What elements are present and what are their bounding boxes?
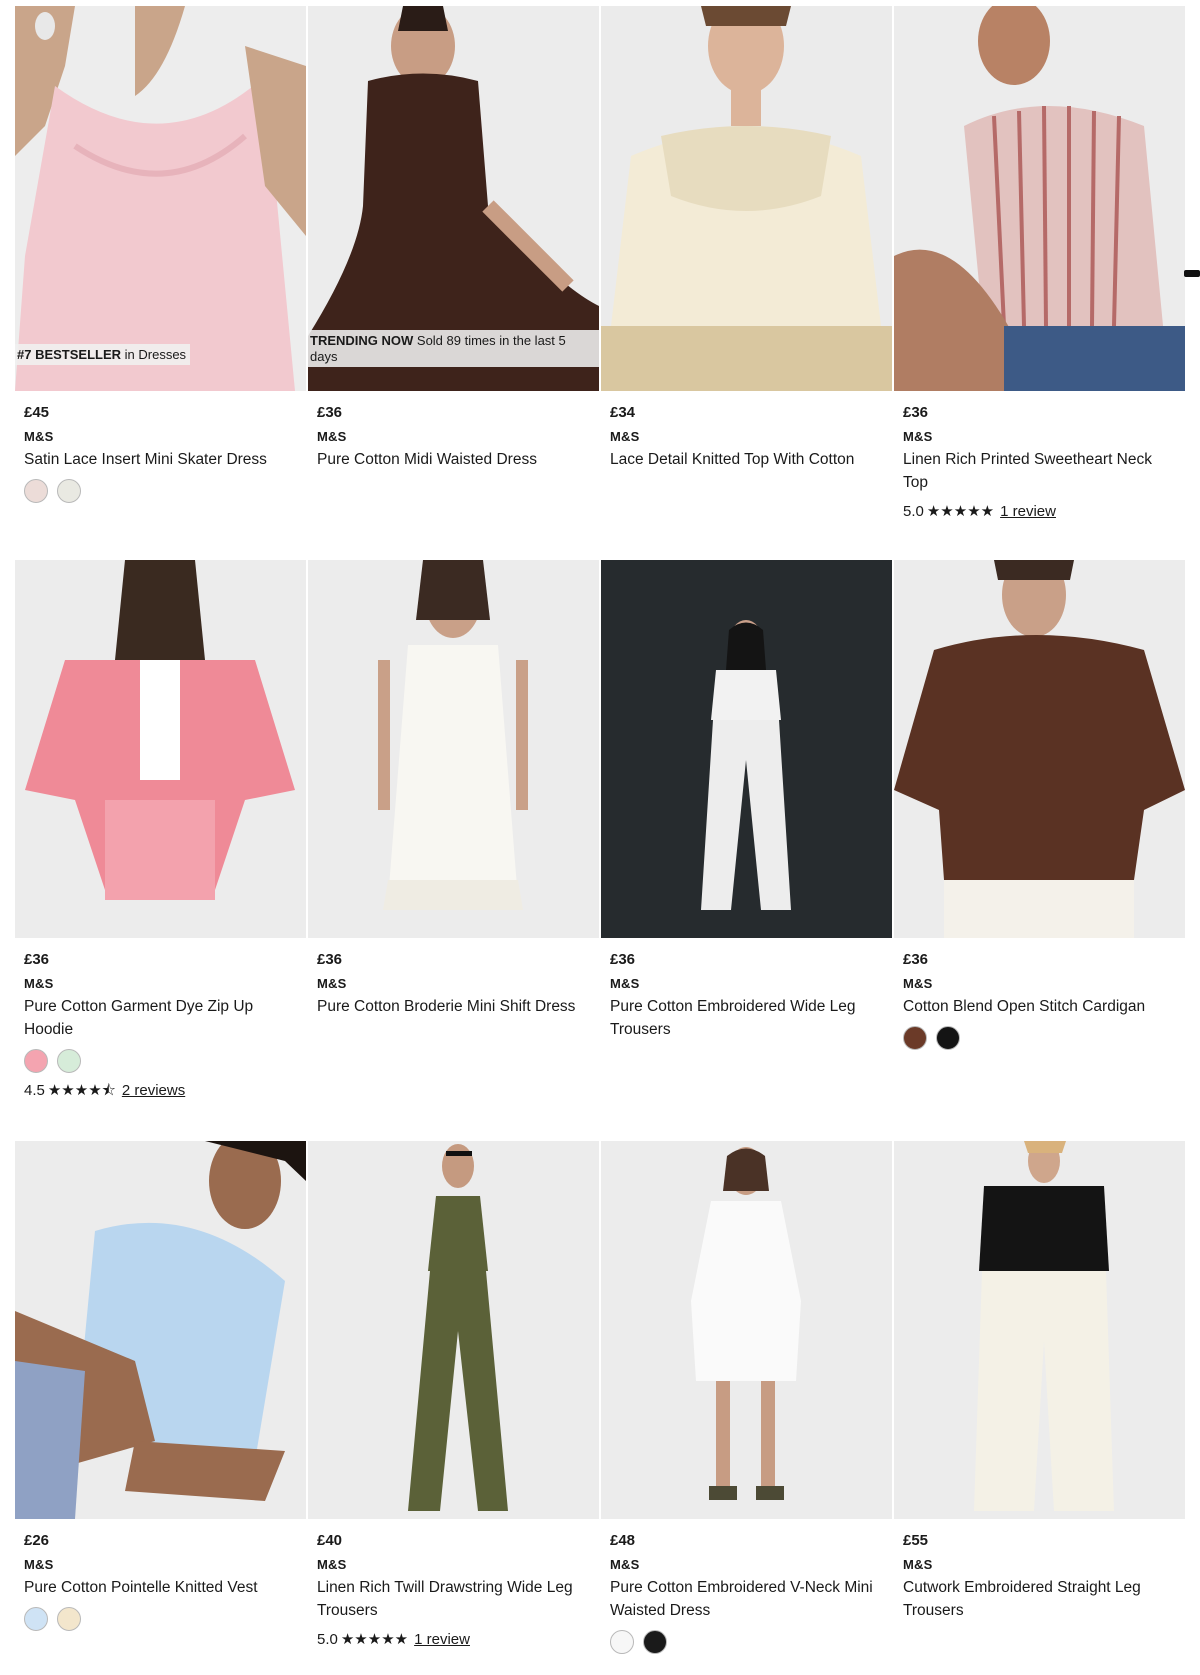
rating-value: 5.0: [903, 503, 924, 520]
colour-swatch[interactable]: [57, 479, 81, 503]
product-brand: M&S: [317, 976, 347, 991]
product-card[interactable]: TRENDING NOW Sold 89 times in the last 5…: [308, 6, 599, 471]
product-image[interactable]: [601, 560, 892, 938]
product-brand: M&S: [317, 429, 347, 444]
product-brand: M&S: [903, 1557, 933, 1572]
product-price: £34: [610, 404, 636, 421]
reviews-link[interactable]: 2 reviews: [122, 1081, 185, 1101]
product-card[interactable]: £36 M&S Pure Cotton Broderie Mini Shift …: [308, 560, 599, 1018]
product-name[interactable]: Cotton Blend Open Stitch Cardigan: [903, 995, 1176, 1018]
product-brand: M&S: [24, 1557, 54, 1572]
carousel-next-tab[interactable]: [1184, 270, 1200, 277]
product-card[interactable]: £40 M&S Linen Rich Twill Drawstring Wide…: [308, 1141, 599, 1650]
colour-swatch[interactable]: [24, 1049, 48, 1073]
colour-swatches: [903, 1026, 1176, 1052]
product-brand: M&S: [610, 1557, 640, 1572]
product-price: £36: [317, 951, 343, 968]
product-image[interactable]: [15, 1141, 306, 1519]
product-brand: M&S: [24, 976, 54, 991]
colour-swatch[interactable]: [24, 1607, 48, 1631]
product-name[interactable]: Pure Cotton Broderie Mini Shift Dress: [317, 995, 590, 1018]
colour-swatches: [24, 1049, 297, 1075]
product-name[interactable]: Lace Detail Knitted Top With Cotton: [610, 448, 883, 471]
colour-swatch[interactable]: [57, 1049, 81, 1073]
product-image[interactable]: TRENDING NOW Sold 89 times in the last 5…: [308, 6, 599, 391]
product-image[interactable]: [894, 6, 1185, 391]
product-name[interactable]: Pure Cotton Pointelle Knitted Vest: [24, 1576, 297, 1599]
product-image[interactable]: [308, 1141, 599, 1519]
product-name[interactable]: Pure Cotton Embroidered V-Neck Mini Wais…: [610, 1576, 883, 1622]
product-card[interactable]: £36 M&S Pure Cotton Garment Dye Zip Up H…: [15, 560, 306, 1101]
star-rating-icon: ★★★★★: [340, 1631, 409, 1648]
product-price: £48: [610, 1532, 636, 1549]
product-card[interactable]: £36 M&S Cotton Blend Open Stitch Cardiga…: [894, 560, 1185, 1052]
star-rating-icon: ★★★★⯪: [47, 1082, 116, 1099]
reviews-link[interactable]: 1 review: [1000, 502, 1056, 522]
product-price: £36: [317, 404, 343, 421]
colour-swatches: [24, 479, 297, 505]
product-card[interactable]: £48 M&S Pure Cotton Embroidered V-Neck M…: [601, 1141, 892, 1656]
star-rating-icon: ★★★★★: [926, 503, 995, 520]
colour-swatch[interactable]: [57, 1607, 81, 1631]
product-image[interactable]: [308, 560, 599, 938]
product-price: £36: [903, 951, 929, 968]
rating-value: 4.5: [24, 1082, 45, 1099]
product-card[interactable]: £36 M&S Linen Rich Printed Sweetheart Ne…: [894, 6, 1185, 522]
colour-swatch[interactable]: [610, 1630, 634, 1654]
product-price: £26: [24, 1532, 50, 1549]
product-card[interactable]: £34 M&S Lace Detail Knitted Top With Cot…: [601, 6, 892, 471]
product-card[interactable]: £36 M&S Pure Cotton Embroidered Wide Leg…: [601, 560, 892, 1041]
product-brand: M&S: [903, 429, 933, 444]
product-brand: M&S: [24, 429, 54, 444]
product-name[interactable]: Pure Cotton Midi Waisted Dress: [317, 448, 590, 471]
colour-swatches: [610, 1630, 883, 1656]
product-image[interactable]: [601, 6, 892, 391]
product-rating: 5.0 ★★★★★ 1 review: [903, 502, 1176, 522]
product-image[interactable]: [15, 560, 306, 938]
reviews-link[interactable]: 1 review: [414, 1630, 470, 1650]
product-brand: M&S: [317, 1557, 347, 1572]
trending-badge: TRENDING NOW Sold 89 times in the last 5…: [308, 330, 599, 367]
product-price: £36: [24, 951, 50, 968]
product-image[interactable]: [894, 1141, 1185, 1519]
product-brand: M&S: [903, 976, 933, 991]
product-name[interactable]: Cutwork Embroidered Straight Leg Trouser…: [903, 1576, 1176, 1622]
product-card[interactable]: £55 M&S Cutwork Embroidered Straight Leg…: [894, 1141, 1185, 1622]
product-image[interactable]: [894, 560, 1185, 938]
product-name[interactable]: Linen Rich Twill Drawstring Wide Leg Tro…: [317, 1576, 590, 1622]
product-brand: M&S: [610, 976, 640, 991]
product-image[interactable]: #7 BESTSELLER in Dresses: [15, 6, 306, 391]
product-name[interactable]: Pure Cotton Garment Dye Zip Up Hoodie: [24, 995, 297, 1041]
product-name[interactable]: Pure Cotton Embroidered Wide Leg Trouser…: [610, 995, 883, 1041]
product-brand: M&S: [610, 429, 640, 444]
product-price: £55: [903, 1532, 929, 1549]
colour-swatch[interactable]: [936, 1026, 960, 1050]
product-image[interactable]: [601, 1141, 892, 1519]
product-price: £45: [24, 404, 50, 421]
product-name[interactable]: Linen Rich Printed Sweetheart Neck Top: [903, 448, 1176, 494]
product-card[interactable]: £26 M&S Pure Cotton Pointelle Knitted Ve…: [15, 1141, 306, 1633]
bestseller-badge: #7 BESTSELLER in Dresses: [15, 344, 191, 365]
colour-swatch[interactable]: [903, 1026, 927, 1050]
colour-swatch[interactable]: [643, 1630, 667, 1654]
product-rating: 5.0 ★★★★★ 1 review: [317, 1630, 590, 1650]
colour-swatch[interactable]: [24, 479, 48, 503]
product-name[interactable]: Satin Lace Insert Mini Skater Dress: [24, 448, 297, 471]
product-price: £40: [317, 1532, 343, 1549]
colour-swatches: [24, 1607, 297, 1633]
rating-value: 5.0: [317, 1631, 338, 1648]
product-rating: 4.5 ★★★★⯪ 2 reviews: [24, 1081, 297, 1101]
product-card[interactable]: #7 BESTSELLER in Dresses £45 M&S Satin L…: [15, 6, 306, 505]
product-price: £36: [903, 404, 929, 421]
product-price: £36: [610, 951, 636, 968]
